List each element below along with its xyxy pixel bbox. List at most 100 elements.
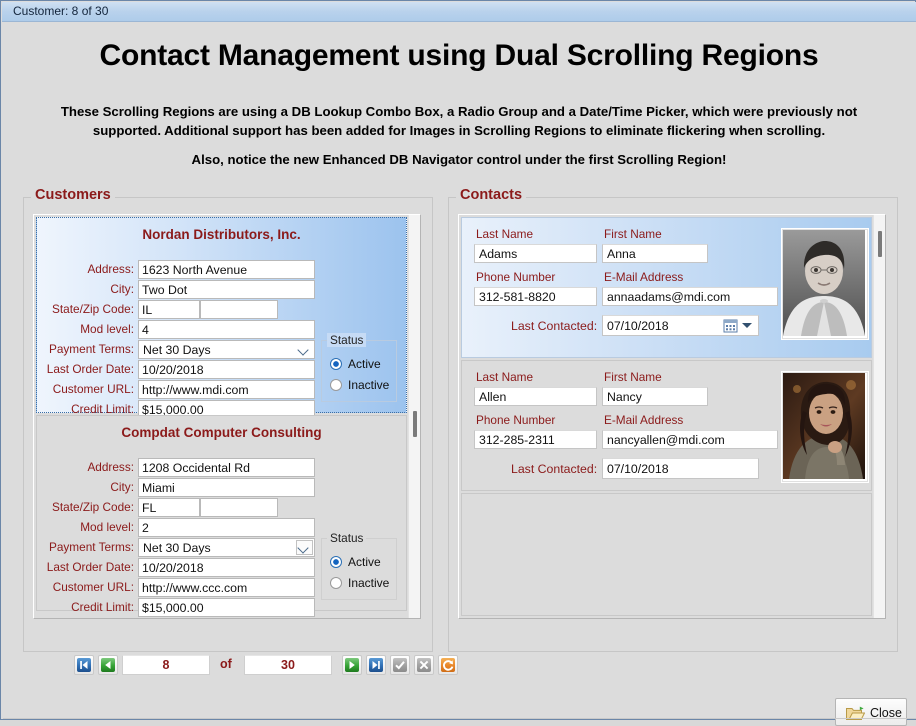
state-input[interactable]: IL: [138, 300, 200, 319]
prior-icon: [101, 658, 115, 672]
radio-dot-icon: [330, 358, 342, 370]
contact-record-panel[interactable]: Last Name Allen First Name Nancy Phone N…: [461, 360, 872, 491]
address-label: Address:: [87, 262, 134, 276]
last-contacted-label: Last Contacted:: [511, 462, 598, 476]
close-button[interactable]: Close: [835, 698, 907, 726]
customer-name: Compdat Computer Consulting: [121, 425, 322, 440]
nav-refresh-record-button[interactable]: [438, 655, 458, 675]
client-area: Contact Management using Dual Scrolling …: [2, 22, 916, 726]
phone-input[interactable]: 312-581-8820: [474, 287, 597, 306]
check-icon: [393, 658, 407, 672]
chevron-down-icon: [298, 344, 309, 355]
last-contacted-value: 07/10/2018: [607, 319, 669, 333]
zip-input[interactable]: [200, 498, 278, 517]
credit-limit-input[interactable]: $15,000.00: [138, 598, 315, 617]
email-label: E-Mail Address: [604, 270, 684, 284]
application-window: Customer: 8 of 30 Contact Management usi…: [0, 0, 916, 726]
description-note: Also, notice the new Enhanced DB Navigat…: [191, 152, 727, 167]
phone-label: Phone Number: [476, 413, 556, 427]
last-name-label: Last Name: [476, 370, 534, 384]
zip-input[interactable]: [200, 300, 278, 319]
radio-dot-icon: [330, 577, 342, 589]
radio-dot-icon: [330, 556, 342, 568]
contacts-scrollbar[interactable]: [873, 215, 885, 618]
mod-level-input[interactable]: 4: [138, 320, 315, 339]
status-group-label: Status: [327, 531, 367, 545]
next-icon: [345, 658, 359, 672]
portrait-woman-color-image: [783, 373, 865, 479]
radio-dot-icon: [330, 379, 342, 391]
nav-post-record-button: [390, 655, 410, 675]
payment-terms-label: Payment Terms:: [48, 540, 134, 554]
mod-level-input[interactable]: 2: [138, 518, 315, 537]
city-input[interactable]: Miami: [138, 478, 315, 497]
status-radio-active-label: Active: [348, 555, 381, 569]
contacts-scrolling-region[interactable]: Last Name Adams First Name Anna Phone Nu…: [458, 214, 886, 619]
status-radio-active-label: Active: [348, 357, 381, 371]
state-zip-label: State/Zip Code:: [52, 500, 134, 514]
refresh-icon: [441, 658, 455, 672]
customers-scrollbar[interactable]: [408, 215, 420, 618]
email-input[interactable]: nancyallen@mdi.com: [602, 430, 778, 449]
email-label: E-Mail Address: [604, 413, 684, 427]
customer-url-input[interactable]: http://www.ccc.com: [138, 578, 315, 597]
last-contacted-label: Last Contacted:: [511, 319, 598, 333]
chevron-down-icon[interactable]: [742, 323, 752, 328]
city-input[interactable]: Two Dot: [138, 280, 315, 299]
state-zip-label: State/Zip Code:: [52, 302, 134, 316]
last-contacted-datepicker[interactable]: 07/10/2018: [602, 315, 759, 336]
nav-next-record-button[interactable]: [342, 655, 362, 675]
customers-groupbox: Customers Nordan Distributors, Inc. Addr…: [23, 187, 458, 675]
nav-current-record-field[interactable]: 8: [122, 655, 210, 675]
first-name-input[interactable]: Nancy: [602, 387, 708, 406]
nav-cancel-record-button: [414, 655, 434, 675]
customers-groupbox-label: Customers: [31, 187, 115, 203]
contacts-scrollbar-thumb[interactable]: [878, 231, 882, 257]
open-folder-icon: [846, 706, 866, 726]
address-input[interactable]: 1208 Occidental Rd: [138, 458, 315, 477]
mod-level-label: Mod level:: [80, 322, 134, 336]
last-order-date-label: Last Order Date:: [46, 560, 134, 574]
state-input[interactable]: FL: [138, 498, 200, 517]
payment-terms-combobox[interactable]: Net 30 Days: [138, 538, 315, 557]
status-radio-group: Status Active Inactive: [321, 333, 397, 402]
credit-limit-label: Credit Limit:: [71, 600, 134, 614]
last-order-date-input[interactable]: 10/20/2018: [138, 558, 315, 577]
customer-record-panel[interactable]: Compdat Computer Consulting Address: 120…: [36, 415, 407, 617]
email-input[interactable]: annaadams@mdi.com: [602, 287, 778, 306]
phone-input[interactable]: 312-285-2311: [474, 430, 597, 449]
last-order-date-input[interactable]: 10/20/2018: [138, 360, 315, 379]
customer-record-panel[interactable]: Nordan Distributors, Inc. Address: 1623 …: [36, 217, 407, 419]
last-contacted-datepicker[interactable]: 07/10/2018: [602, 458, 759, 479]
contact-photo: [782, 229, 868, 339]
first-name-input[interactable]: Anna: [602, 244, 708, 263]
first-name-label: First Name: [604, 227, 662, 241]
calendar-icon[interactable]: [723, 318, 738, 333]
address-input[interactable]: 1623 North Avenue: [138, 260, 315, 279]
customers-scrolling-region[interactable]: Nordan Distributors, Inc. Address: 1623 …: [33, 214, 421, 619]
status-radio-inactive-label: Inactive: [348, 576, 390, 590]
payment-terms-combobox[interactable]: Net 30 Days: [138, 340, 315, 359]
nav-total-records-field: 30: [244, 655, 332, 675]
credit-limit-label: Credit Limit:: [71, 402, 134, 416]
nav-prior-record-button[interactable]: [98, 655, 118, 675]
last-name-label: Last Name: [476, 227, 534, 241]
customers-scrollbar-thumb[interactable]: [413, 411, 417, 437]
chevron-down-icon: [298, 542, 309, 553]
customer-url-label: Customer URL:: [52, 382, 134, 396]
city-label: City:: [110, 282, 134, 296]
nav-first-record-button[interactable]: [74, 655, 94, 675]
title-bar-text: Customer: 8 of 30: [13, 4, 109, 18]
contact-record-panel-empty[interactable]: [461, 493, 872, 616]
last-name-input[interactable]: Allen: [474, 387, 597, 406]
last-icon: [369, 658, 383, 672]
city-label: City:: [110, 480, 134, 494]
contact-photo: [782, 372, 868, 482]
db-navigator: 8 of 30: [60, 655, 458, 677]
nav-last-record-button[interactable]: [366, 655, 386, 675]
contact-record-panel[interactable]: Last Name Adams First Name Anna Phone Nu…: [461, 217, 872, 358]
last-name-input[interactable]: Adams: [474, 244, 597, 263]
mod-level-label: Mod level:: [80, 520, 134, 534]
last-order-date-label: Last Order Date:: [46, 362, 134, 376]
customer-url-input[interactable]: http://www.mdi.com: [138, 380, 315, 399]
